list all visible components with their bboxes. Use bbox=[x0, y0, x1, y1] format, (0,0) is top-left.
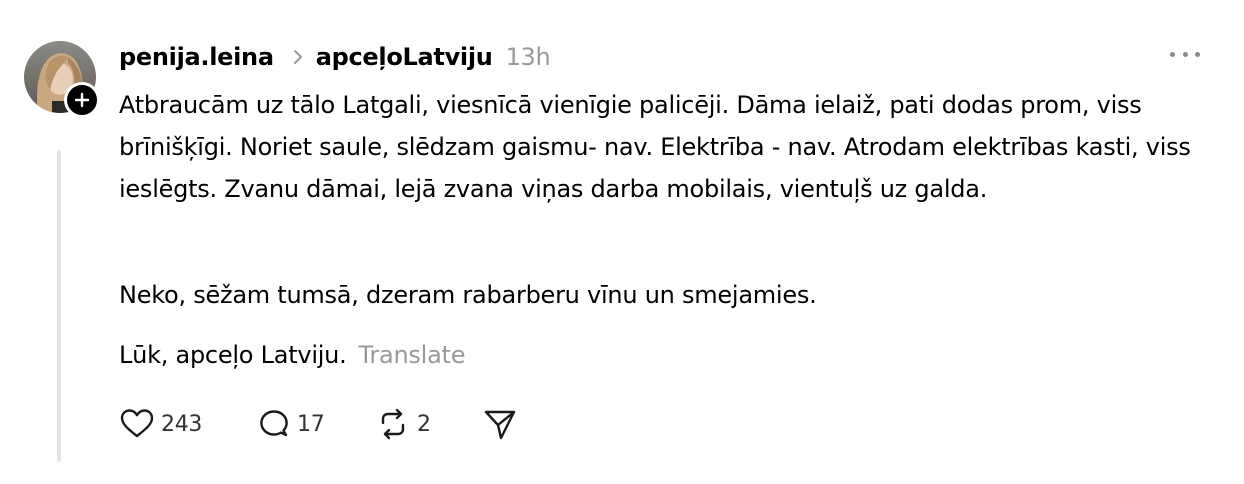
heart-icon bbox=[120, 409, 154, 438]
like-button[interactable]: 243 bbox=[119, 402, 202, 446]
more-icon[interactable] bbox=[1170, 44, 1200, 64]
community-link[interactable]: apceļoLatviju bbox=[316, 43, 493, 71]
comment-button[interactable]: 17 bbox=[257, 402, 325, 446]
translate-link[interactable]: Translate bbox=[359, 341, 466, 369]
thread-line bbox=[57, 150, 61, 462]
repost-icon bbox=[381, 408, 405, 440]
repost-button[interactable]: 2 bbox=[375, 402, 431, 446]
post-paragraph-3-row: Lūk, apceļo Latviju. Translate bbox=[119, 334, 465, 376]
post-body: Atbraucām uz tālo Latgali, viesnīcā vien… bbox=[119, 84, 1209, 210]
plus-icon bbox=[74, 92, 90, 108]
comment-count: 17 bbox=[297, 411, 325, 437]
username-link[interactable]: penija.leina bbox=[119, 43, 274, 71]
like-count: 243 bbox=[161, 411, 203, 437]
post-paragraph-2: Neko, sēžam tumsā, dzeram rabarberu vīnu… bbox=[119, 281, 817, 309]
comment-icon bbox=[260, 410, 288, 437]
send-icon bbox=[484, 410, 516, 440]
post-header: penija.leina apceļoLatviju 13h bbox=[119, 40, 551, 74]
repost-count: 2 bbox=[417, 411, 431, 437]
follow-button[interactable] bbox=[64, 82, 100, 118]
post-paragraph-1: Atbraucām uz tālo Latgali, viesnīcā vien… bbox=[119, 91, 1191, 203]
share-button[interactable] bbox=[483, 402, 517, 446]
post-paragraph-3: Lūk, apceļo Latviju. bbox=[119, 341, 347, 369]
chevron-right-icon bbox=[292, 49, 304, 65]
post-timestamp[interactable]: 13h bbox=[506, 43, 551, 71]
